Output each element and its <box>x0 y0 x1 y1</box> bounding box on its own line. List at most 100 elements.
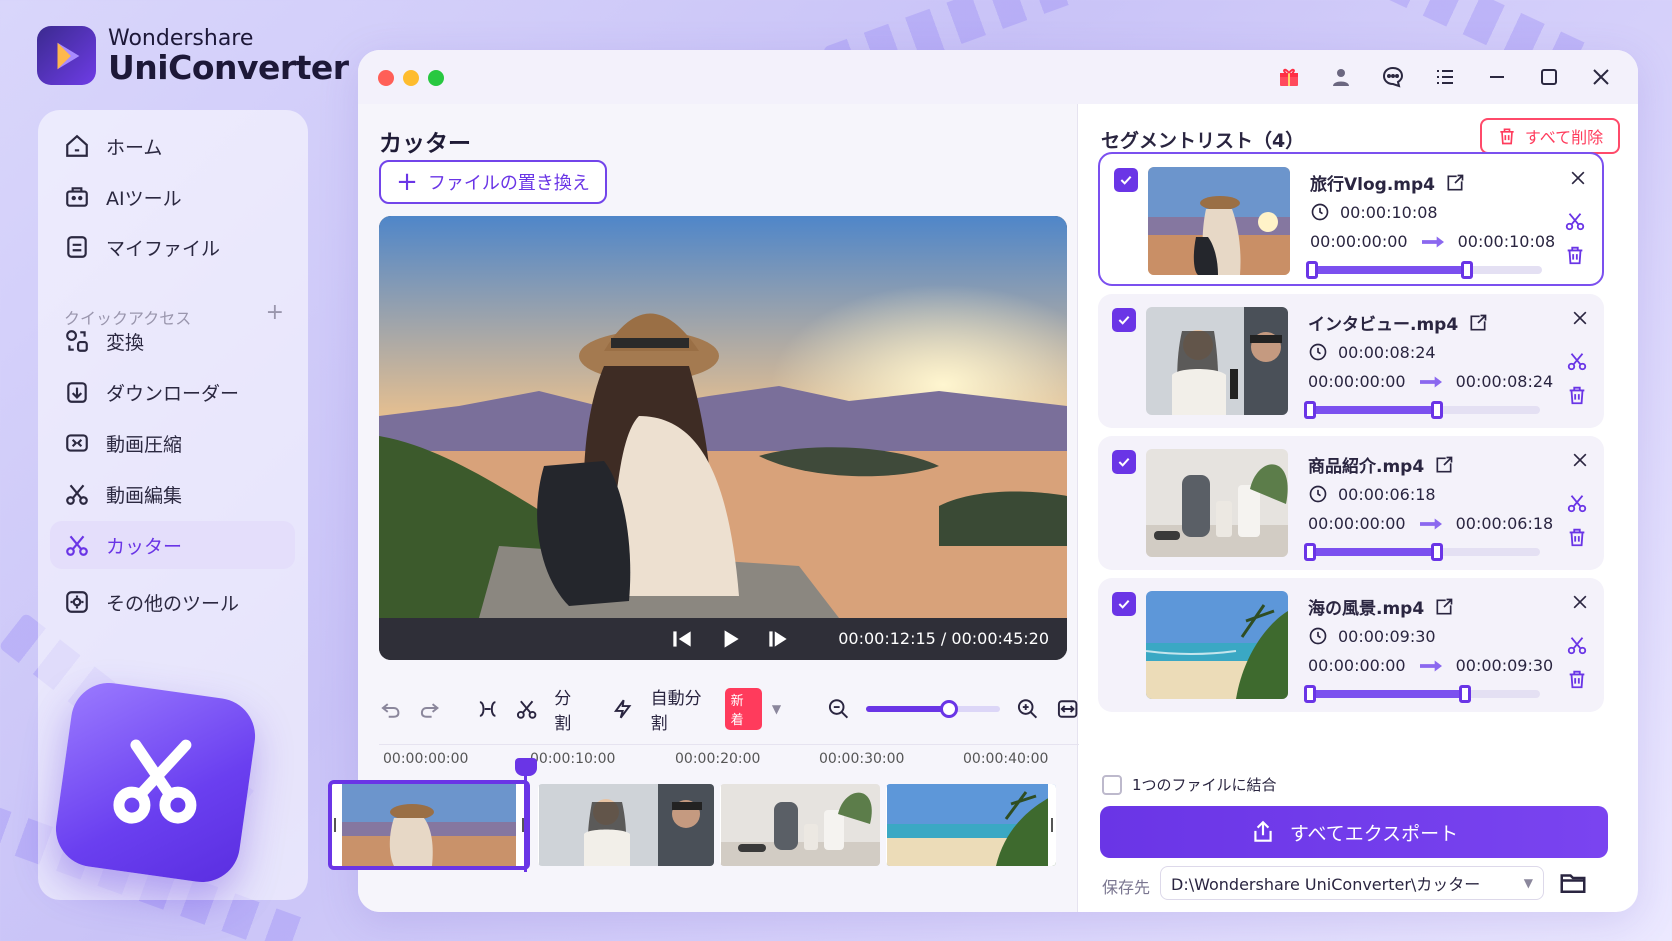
sidebar-item-label: ダウンローダー <box>106 382 240 405</box>
clip-trim-handle-right[interactable] <box>516 784 526 866</box>
sidebar-item-cutter[interactable]: カッター <box>50 521 295 569</box>
scissors-icon[interactable] <box>1566 350 1588 372</box>
segment-card[interactable]: 商品紹介.mp4 00:00:06:18 00:00:00:00 00:00:0… <box>1098 436 1604 570</box>
close-icon[interactable] <box>1568 168 1588 188</box>
menu-list-icon[interactable] <box>1430 62 1460 92</box>
timeline-clip[interactable] <box>720 784 880 866</box>
previous-frame-icon[interactable] <box>669 626 695 652</box>
timeline-clip[interactable] <box>886 784 1056 866</box>
sidebar-item-compress[interactable]: 動画圧縮 <box>50 419 295 467</box>
zoom-in-icon[interactable] <box>1016 697 1039 721</box>
plus-icon: + <box>396 167 418 197</box>
rename-edit-icon[interactable] <box>1434 597 1454 617</box>
save-location-select[interactable]: D:\Wondershare UniConverter\カッター ▼ <box>1160 866 1544 900</box>
segment-card[interactable]: 海の風景.mp4 00:00:09:30 00:00:00:00 00:00:0… <box>1098 578 1604 712</box>
segment-range-end-handle[interactable] <box>1430 401 1443 419</box>
split-marker-icon[interactable] <box>476 697 499 721</box>
clip-trim-handle-left[interactable] <box>538 784 539 866</box>
segment-end-time: 00:00:09:30 <box>1455 656 1554 675</box>
segment-range-slider[interactable] <box>1304 401 1540 419</box>
segment-checkbox[interactable] <box>1114 168 1138 192</box>
segment-range-end-handle[interactable] <box>1459 685 1472 703</box>
replace-file-button[interactable]: + ファイルの置き換え <box>379 160 607 204</box>
segment-range-start-handle[interactable] <box>1304 543 1316 561</box>
next-frame-icon[interactable] <box>765 626 791 652</box>
clock-icon <box>1311 203 1329 221</box>
segment-checkbox[interactable] <box>1112 308 1136 332</box>
clip-trim-handle-left[interactable] <box>720 784 721 866</box>
sidebar-item-my-files[interactable]: マイファイル <box>50 223 295 271</box>
close-icon[interactable] <box>1570 308 1590 328</box>
rename-edit-icon[interactable] <box>1445 173 1465 193</box>
sidebar-item-more-tools[interactable]: その他のツール <box>50 578 295 626</box>
scissors-icon[interactable] <box>1566 492 1588 514</box>
trash-icon[interactable] <box>1566 526 1588 548</box>
playhead-line[interactable] <box>524 766 527 872</box>
segment-range-end-handle[interactable] <box>1430 543 1443 561</box>
auto-split-dropdown-icon[interactable]: ▼ <box>772 702 781 716</box>
timeline-clip[interactable] <box>538 784 714 866</box>
segment-thumbnail <box>1146 449 1288 557</box>
auto-split-button[interactable]: 自動分割 <box>651 684 717 734</box>
close-window-icon[interactable] <box>1586 62 1616 92</box>
gift-icon[interactable] <box>1274 62 1304 92</box>
zoom-dot[interactable] <box>428 70 444 86</box>
segment-range-start-handle[interactable] <box>1306 261 1318 279</box>
minimize-dot[interactable] <box>403 70 419 86</box>
cutter-icon <box>66 535 88 556</box>
close-icon[interactable] <box>1570 592 1590 612</box>
sidebar-item-ai-tools[interactable]: AIツール <box>50 173 295 221</box>
clip-trim-handle-left[interactable] <box>886 784 887 866</box>
minimize-icon[interactable] <box>1482 62 1512 92</box>
segment-range-start-handle[interactable] <box>1304 401 1316 419</box>
segment-card[interactable]: 旅行Vlog.mp4 00:00:10:08 00:00:00:00 00:00… <box>1098 152 1604 286</box>
segment-range-end-handle[interactable] <box>1461 261 1474 279</box>
zoom-out-icon[interactable] <box>827 697 850 721</box>
segment-checkbox[interactable] <box>1112 592 1136 616</box>
merge-option[interactable]: 1つのファイルに結合 <box>1102 774 1277 795</box>
zoom-slider[interactable] <box>866 700 1001 718</box>
clock-icon <box>1309 485 1327 503</box>
auto-split-lightning-icon[interactable] <box>611 697 634 721</box>
zoom-slider-handle[interactable] <box>940 700 959 718</box>
sidebar-item-home[interactable]: ホーム <box>50 122 295 170</box>
folder-icon[interactable] <box>1558 868 1588 898</box>
maximize-icon[interactable] <box>1534 62 1564 92</box>
undo-icon[interactable] <box>379 697 402 721</box>
clip-trim-handle-right[interactable] <box>1048 784 1056 866</box>
segment-card[interactable]: インタビュー.mp4 00:00:08:24 00:00:00:00 00:00… <box>1098 294 1604 428</box>
scissors-icon[interactable] <box>1564 210 1586 232</box>
segment-range-slider[interactable] <box>1304 543 1540 561</box>
segment-range-start-handle[interactable] <box>1304 685 1316 703</box>
scissors-icon[interactable] <box>515 697 538 721</box>
sidebar-item-video-edit[interactable]: 動画編集 <box>50 470 295 518</box>
scissors-icon[interactable] <box>1566 634 1588 656</box>
sidebar-item-downloader[interactable]: ダウンローダー <box>50 368 295 416</box>
redo-icon[interactable] <box>418 697 441 721</box>
fit-timeline-icon[interactable] <box>1056 697 1079 721</box>
segment-range-slider[interactable] <box>1306 261 1542 279</box>
trash-icon[interactable] <box>1564 244 1586 266</box>
user-account-icon[interactable] <box>1326 62 1356 92</box>
playhead-handle[interactable] <box>515 758 537 776</box>
merge-checkbox[interactable] <box>1102 774 1122 795</box>
split-button[interactable]: 分割 <box>554 684 587 734</box>
close-icon[interactable] <box>1570 450 1590 470</box>
rename-edit-icon[interactable] <box>1468 313 1488 333</box>
trash-icon[interactable] <box>1566 384 1588 406</box>
export-all-button[interactable]: すべてエクスポート <box>1100 806 1608 858</box>
close-dot[interactable] <box>378 70 394 86</box>
ruler-tick: 00:00:40:00 <box>963 751 1049 767</box>
video-preview[interactable]: 00:00:12:15 / 00:00:45:20 <box>379 216 1067 660</box>
clip-trim-handle-left[interactable] <box>332 784 342 866</box>
play-icon[interactable] <box>717 626 743 652</box>
sidebar-item-convert[interactable]: 変換 <box>50 317 295 365</box>
delete-all-button[interactable]: すべて削除 <box>1480 118 1620 154</box>
segment-range-slider[interactable] <box>1304 685 1540 703</box>
downloader-icon <box>67 382 87 403</box>
segment-checkbox[interactable] <box>1112 450 1136 474</box>
rename-edit-icon[interactable] <box>1434 455 1454 475</box>
timeline-clip-selected[interactable] <box>328 780 530 870</box>
trash-icon[interactable] <box>1566 668 1588 690</box>
feedback-chat-icon[interactable] <box>1378 62 1408 92</box>
